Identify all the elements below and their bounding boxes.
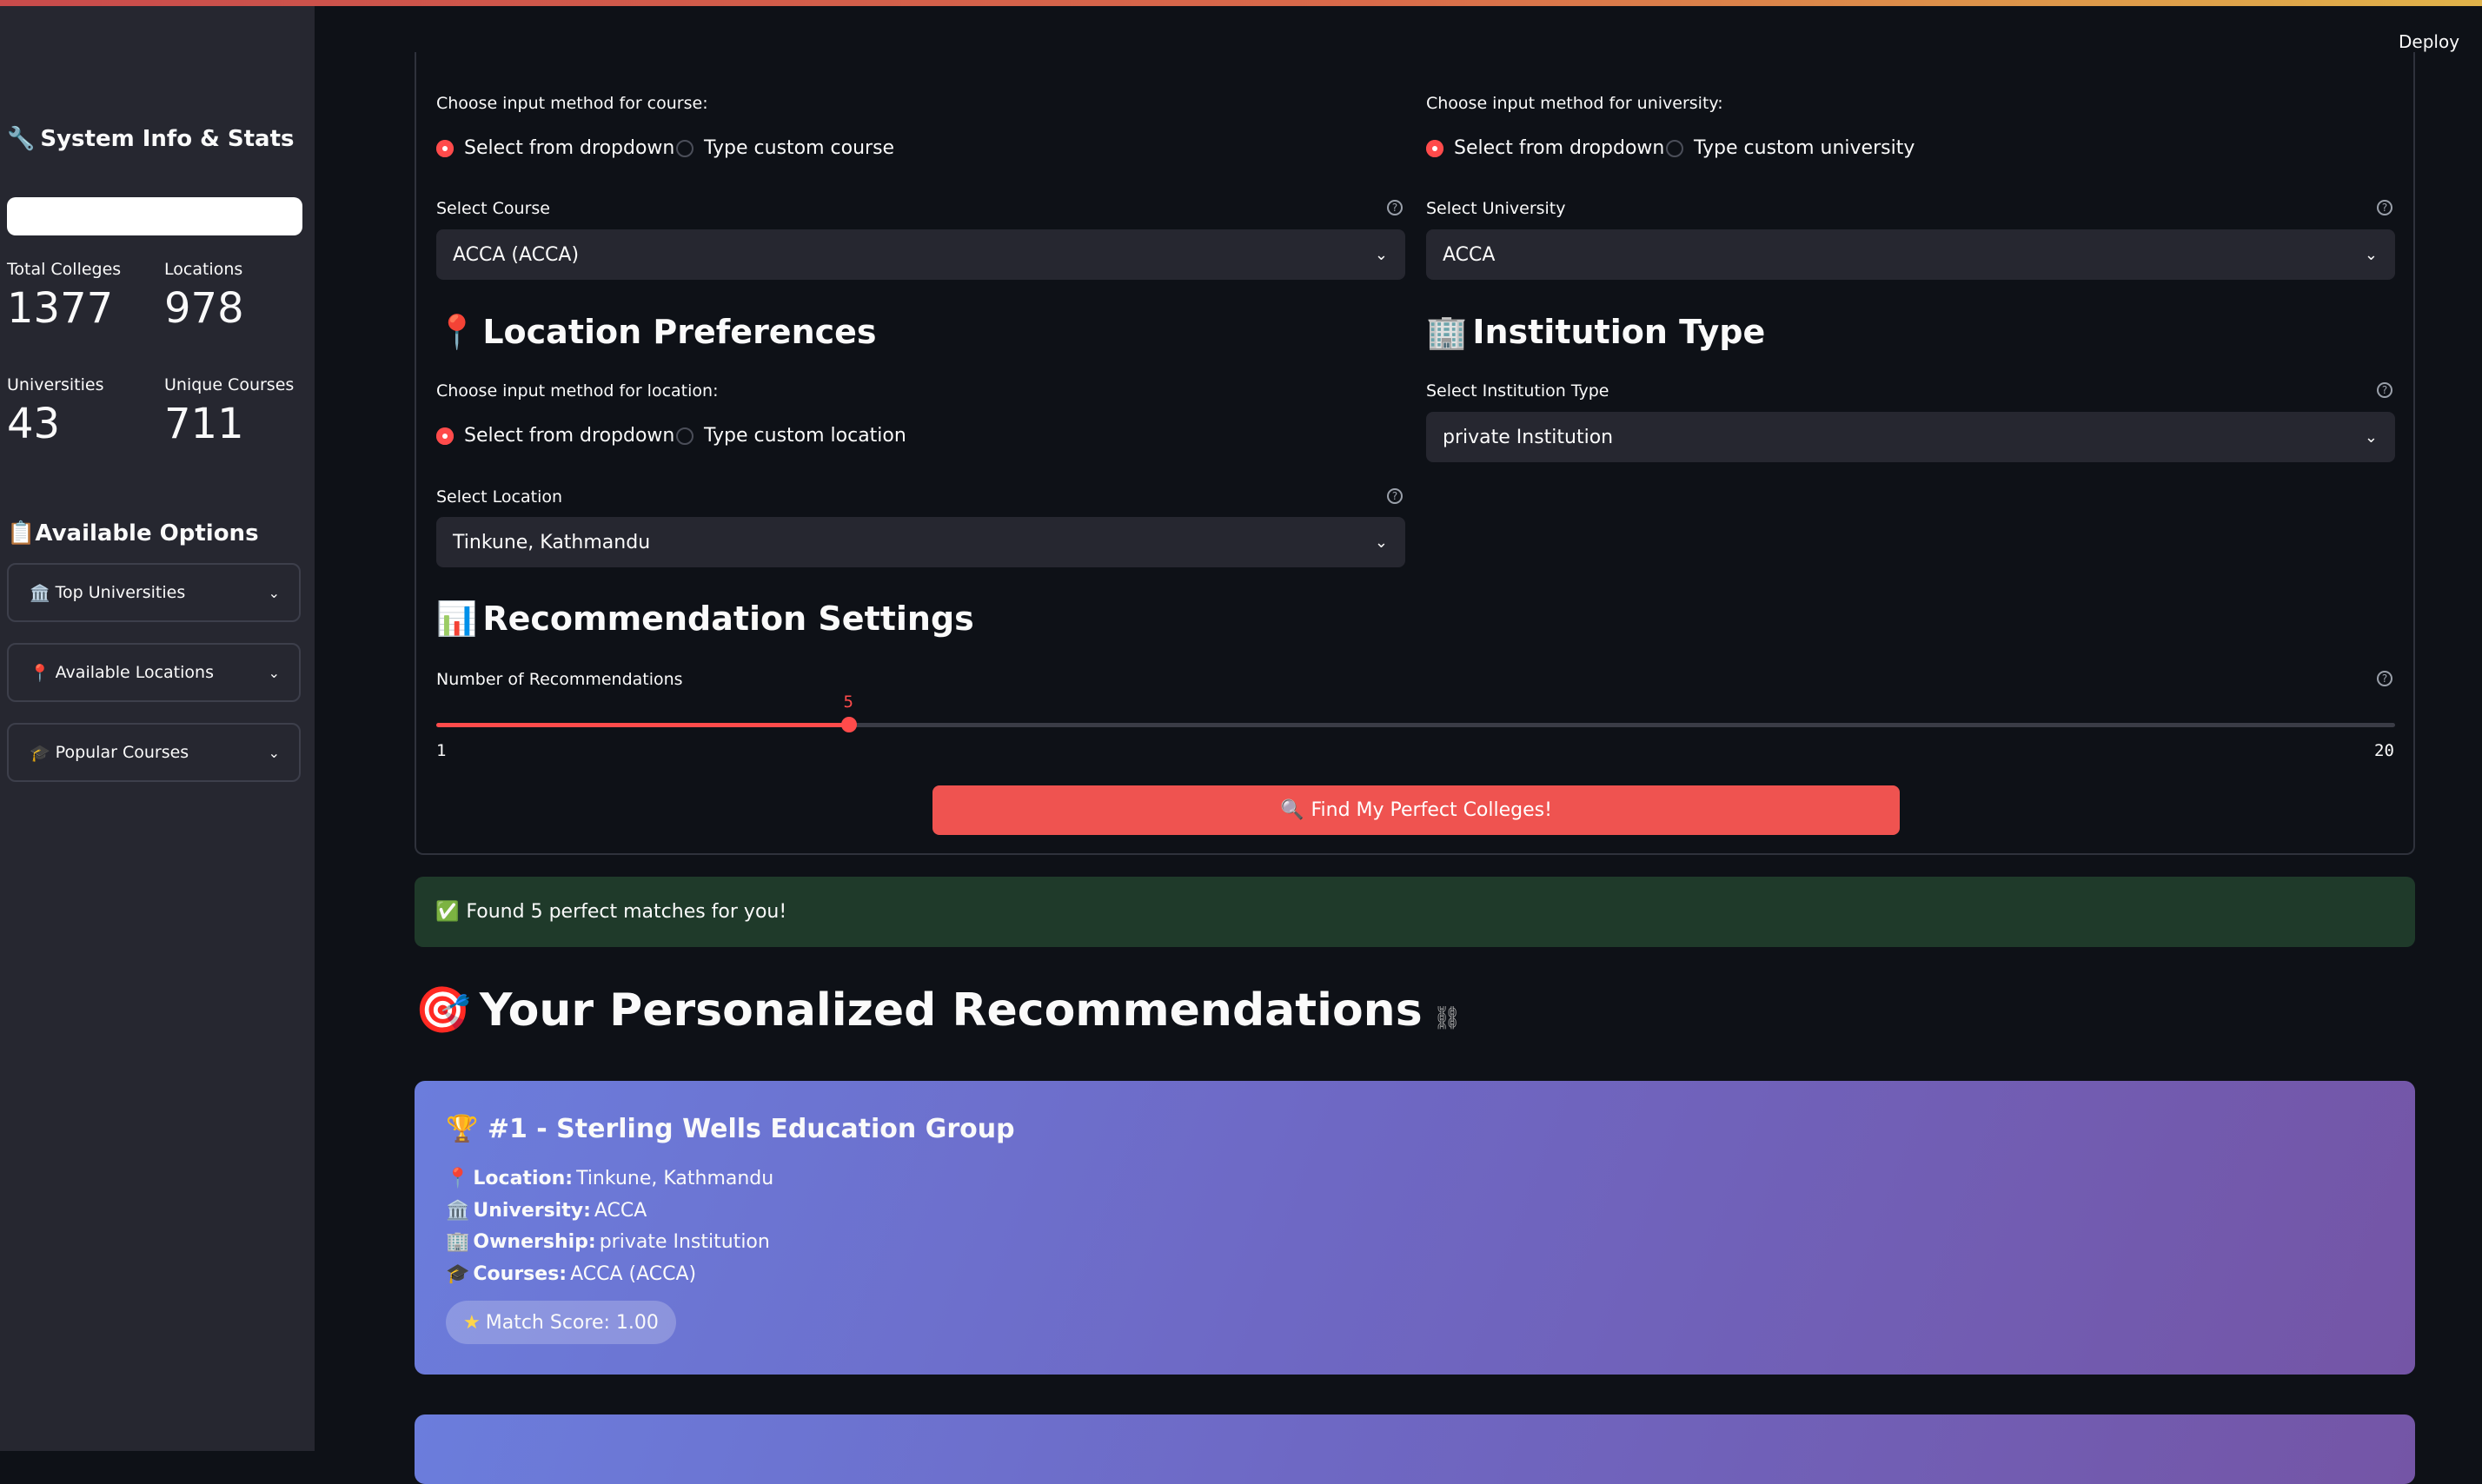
office-building-icon: 🏢 [1426,313,1468,351]
slider-value-label: 5 [843,692,853,712]
metric-label: Universities [7,375,104,394]
slider-label: Number of Recommendations [436,670,683,689]
top-decoration-bar [0,0,2482,6]
expander-label: Available Locations [55,663,214,682]
radio-selected-icon [436,139,454,157]
help-icon[interactable]: ? [2377,671,2392,686]
help-icon[interactable]: ? [1387,200,1403,215]
pin-icon: 📍 [436,313,478,351]
course-radio-custom[interactable]: Type custom course [676,137,894,159]
location-radio-dropdown[interactable]: Select from dropdown [436,425,674,447]
office-building-icon: 🏢 [446,1231,470,1253]
chevron-down-icon: ⌄ [2364,245,2378,264]
course-radio-dropdown[interactable]: Select from dropdown [436,137,674,159]
slider-fill [436,723,849,727]
university-method-label: Choose input method for university: [1426,94,1723,113]
expander-top-universities[interactable]: 🏛️ Top Universities ⌄ [7,563,301,622]
expander-popular-courses[interactable]: 🎓 Popular Courses ⌄ [7,723,301,782]
university-select-label: Select University [1426,199,1566,218]
radio-selected-icon [436,427,454,445]
location-select-label: Select Location [436,487,563,507]
classical-building-icon: 🏛️ [446,1200,470,1222]
metric-label: Unique Courses [164,375,295,394]
metric-locations: Locations 978 [164,260,244,333]
deploy-button[interactable]: Deploy [2399,31,2459,52]
expander-available-locations[interactable]: 📍 Available Locations ⌄ [7,643,301,702]
wrench-icon: 🔧 [7,126,36,152]
slider-handle[interactable] [840,717,857,732]
help-icon[interactable]: ? [2377,382,2392,398]
location-select[interactable]: Tinkune, Kathmandu ⌄ [436,517,1405,567]
university-select[interactable]: ACCA ⌄ [1426,229,2395,280]
location-method-label: Choose input method for location: [436,381,719,401]
card-location: 📍 Location: Tinkune, Kathmandu [446,1168,774,1189]
classical-building-icon: 🏛️ [30,583,50,603]
institution-select-label: Select Institution Type [1426,381,1609,401]
course-select-label: Select Course [436,199,550,218]
course-select[interactable]: ACCA (ACCA) ⌄ [436,229,1405,280]
metric-value: 711 [164,400,244,448]
clipboard-icon: 📋 [7,520,36,547]
metric-value: 978 [164,284,244,333]
location-preferences-heading: 📍 Location Preferences [436,313,877,351]
expander-label: Popular Courses [55,743,189,762]
radio-selected-icon [1426,139,1443,157]
bar-chart-icon: 📊 [436,600,478,638]
pin-icon: 📍 [30,663,50,683]
recommendation-card: 🏆 #1 - Sterling Wells Education Group 📍 L… [415,1081,2415,1375]
star-icon: ★ [463,1311,481,1334]
match-score-badge: ★ Match Score: 1.00 [446,1301,676,1344]
recommendation-settings-heading: 📊 Recommendation Settings [436,600,974,638]
sidebar-text-input[interactable] [7,197,302,235]
metric-value: 1377 [7,284,114,333]
card-university: 🏛️ University: ACCA [446,1200,647,1222]
slider-max-label: 20 [2374,741,2394,760]
metric-value: 43 [7,400,61,448]
radio-empty-icon [676,139,694,157]
chevron-down-icon: ⌄ [1374,245,1388,264]
help-icon[interactable]: ? [2377,200,2392,215]
help-icon[interactable]: ? [1387,488,1403,504]
radio-empty-icon [676,427,694,445]
anchor-link-icon[interactable]: ⛓ [1433,1005,1462,1031]
find-colleges-button[interactable]: 🔍 Find My Perfect Colleges! [932,785,1900,835]
check-mark-icon: ✅ [435,901,460,923]
university-radio-custom[interactable]: Type custom university [1666,137,1915,159]
recommendations-heading: 🎯 Your Personalized Recommendations ⛓ [415,984,1462,1037]
institution-type-heading: 🏢 Institution Type [1426,313,1766,351]
success-alert: ✅ Found 5 perfect matches for you! [415,877,2415,947]
chevron-down-icon: ⌄ [268,664,280,681]
metric-label: Locations [164,260,243,279]
chevron-down-icon: ⌄ [2364,427,2378,447]
course-method-label: Choose input method for course: [436,94,708,113]
graduation-cap-icon: 🎓 [30,743,50,763]
trophy-icon: 🏆 [446,1114,479,1144]
card-title: 🏆 #1 - Sterling Wells Education Group [446,1114,1015,1144]
sidebar: 🔧 System Info & Stats Total Colleges 1377… [0,6,315,1451]
target-icon: 🎯 [415,984,471,1037]
metric-label: Total Colleges [7,260,122,279]
magnifier-icon: 🔍 [1280,799,1304,821]
metric-unique-courses: Unique Courses 711 [164,375,294,448]
card-courses: 🎓 Courses: ACCA (ACCA) [446,1263,697,1285]
recommendation-card [415,1414,2415,1484]
sidebar-title: 🔧 System Info & Stats [7,126,295,152]
university-radio-dropdown[interactable]: Select from dropdown [1426,137,1664,159]
graduation-cap-icon: 🎓 [446,1263,470,1285]
institution-select[interactable]: private Institution ⌄ [1426,412,2395,462]
available-options-heading: 📋Available Options [7,520,259,547]
radio-empty-icon [1666,139,1683,157]
recommendations-slider[interactable] [436,717,2395,732]
metric-total-colleges: Total Colleges 1377 [7,260,121,333]
metric-universities: Universities 43 [7,375,103,448]
chevron-down-icon: ⌄ [1374,533,1388,552]
slider-min-label: 1 [436,741,447,760]
pin-icon: 📍 [446,1168,470,1189]
chevron-down-icon: ⌄ [268,744,280,761]
location-radio-custom[interactable]: Type custom location [676,425,906,447]
card-ownership: 🏢 Ownership: private Institution [446,1231,770,1253]
chevron-down-icon: ⌄ [268,584,280,601]
expander-label: Top Universities [55,583,186,602]
